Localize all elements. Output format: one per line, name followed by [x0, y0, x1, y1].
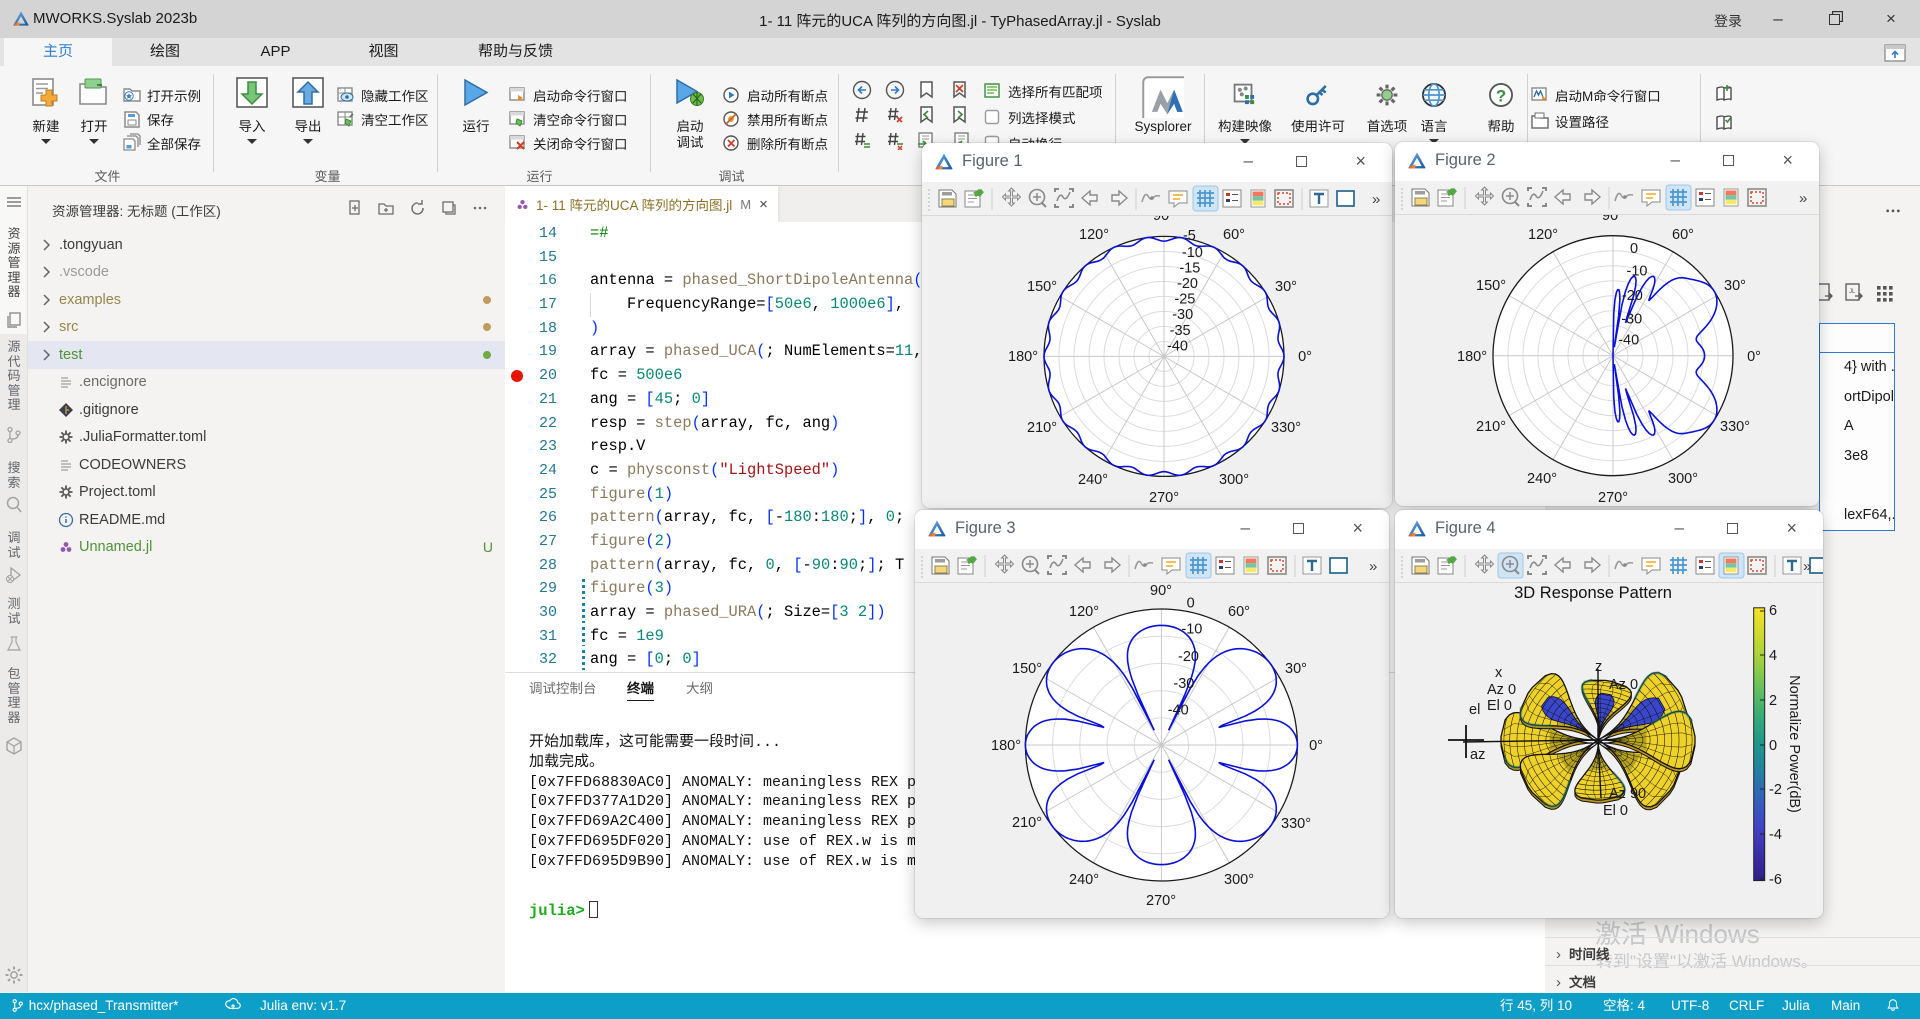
svg-text:2: 2	[1769, 693, 1777, 709]
svg-text:30°: 30°	[1285, 661, 1307, 677]
svg-text:Az 0: Az 0	[1487, 682, 1516, 698]
svg-text:0°: 0°	[1309, 738, 1323, 754]
svg-text:»: »	[1372, 191, 1380, 208]
svg-text:0: 0	[1769, 738, 1777, 754]
svg-text:-6: -6	[1769, 872, 1782, 888]
svg-text:»: »	[1799, 190, 1807, 207]
svg-text:-5: -5	[1183, 228, 1196, 244]
svg-text:210°: 210°	[1012, 815, 1042, 831]
svg-text:-4: -4	[1769, 827, 1782, 843]
svg-text:3D Response Pattern: 3D Response Pattern	[1514, 584, 1672, 602]
svg-text:El 0: El 0	[1487, 698, 1512, 714]
svg-text:-15: -15	[1179, 261, 1200, 277]
svg-text:270°: 270°	[1146, 893, 1176, 909]
svg-text:-30: -30	[1173, 676, 1194, 692]
svg-text:-35: -35	[1170, 323, 1191, 339]
svg-text:0°: 0°	[1298, 349, 1312, 365]
svg-text:JL: JL	[1849, 289, 1856, 295]
svg-text:6: 6	[1769, 603, 1777, 619]
svg-text:60°: 60°	[1672, 227, 1694, 243]
svg-text:300°: 300°	[1224, 872, 1254, 888]
svg-text:30°: 30°	[1275, 279, 1297, 295]
svg-text:0: 0	[1630, 241, 1638, 257]
svg-text:30°: 30°	[1724, 278, 1746, 294]
svg-text:z: z	[1595, 659, 1602, 675]
svg-text:-40: -40	[1168, 702, 1189, 718]
svg-text:-10: -10	[1181, 622, 1202, 638]
svg-text:0°: 0°	[1747, 349, 1761, 365]
svg-text:Az 0: Az 0	[1609, 677, 1638, 693]
svg-text:330°: 330°	[1281, 816, 1311, 832]
svg-text:-20: -20	[1622, 288, 1643, 304]
svg-text:-30: -30	[1621, 311, 1642, 327]
svg-text:-10: -10	[1182, 245, 1203, 261]
svg-text:90°: 90°	[1153, 216, 1175, 224]
svg-text:60°: 60°	[1223, 227, 1245, 243]
svg-text:El 0: El 0	[1603, 803, 1628, 819]
svg-text:0: 0	[1187, 595, 1195, 611]
svg-text:-25: -25	[1174, 292, 1195, 308]
svg-text:»: »	[1803, 558, 1811, 575]
svg-text:300°: 300°	[1668, 471, 1698, 487]
svg-text:180°: 180°	[1008, 349, 1038, 365]
svg-text:-40: -40	[1167, 339, 1188, 355]
svg-text:240°: 240°	[1069, 872, 1099, 888]
svg-text:4: 4	[1769, 648, 1777, 664]
svg-text:270°: 270°	[1598, 490, 1628, 506]
svg-text:-30: -30	[1172, 307, 1193, 323]
svg-text:-10: -10	[1627, 264, 1648, 280]
svg-text:150°: 150°	[1027, 279, 1057, 295]
svg-text:150°: 150°	[1012, 661, 1042, 677]
svg-text:120°: 120°	[1079, 227, 1109, 243]
svg-text:300°: 300°	[1219, 472, 1249, 488]
svg-text:x: x	[1495, 665, 1503, 681]
svg-text:?: ?	[1496, 87, 1506, 106]
svg-text:-40: -40	[1618, 333, 1639, 349]
svg-text:-20: -20	[1178, 649, 1199, 665]
svg-text:210°: 210°	[1027, 420, 1057, 436]
svg-text:»: »	[1369, 558, 1377, 575]
svg-text:240°: 240°	[1527, 471, 1557, 487]
svg-text:330°: 330°	[1271, 420, 1301, 436]
svg-text:Az 90: Az 90	[1609, 786, 1646, 802]
svg-text:-2: -2	[1769, 782, 1782, 798]
svg-text:Normalize Power(dB): Normalize Power(dB)	[1786, 675, 1802, 813]
svg-text:210°: 210°	[1476, 419, 1506, 435]
svg-text:60°: 60°	[1228, 604, 1250, 620]
svg-text:270°: 270°	[1149, 490, 1179, 506]
svg-text:150°: 150°	[1476, 278, 1506, 294]
svg-text:90°: 90°	[1602, 215, 1624, 224]
svg-text:el: el	[1469, 702, 1480, 718]
svg-text:120°: 120°	[1528, 227, 1558, 243]
svg-text:90°: 90°	[1150, 583, 1172, 599]
svg-text:az: az	[1470, 747, 1485, 763]
svg-text:180°: 180°	[991, 738, 1021, 754]
svg-text:240°: 240°	[1078, 472, 1108, 488]
svg-text:180°: 180°	[1457, 349, 1487, 365]
svg-text:-20: -20	[1177, 276, 1198, 292]
svg-text:120°: 120°	[1069, 604, 1099, 620]
svg-text:330°: 330°	[1720, 419, 1750, 435]
